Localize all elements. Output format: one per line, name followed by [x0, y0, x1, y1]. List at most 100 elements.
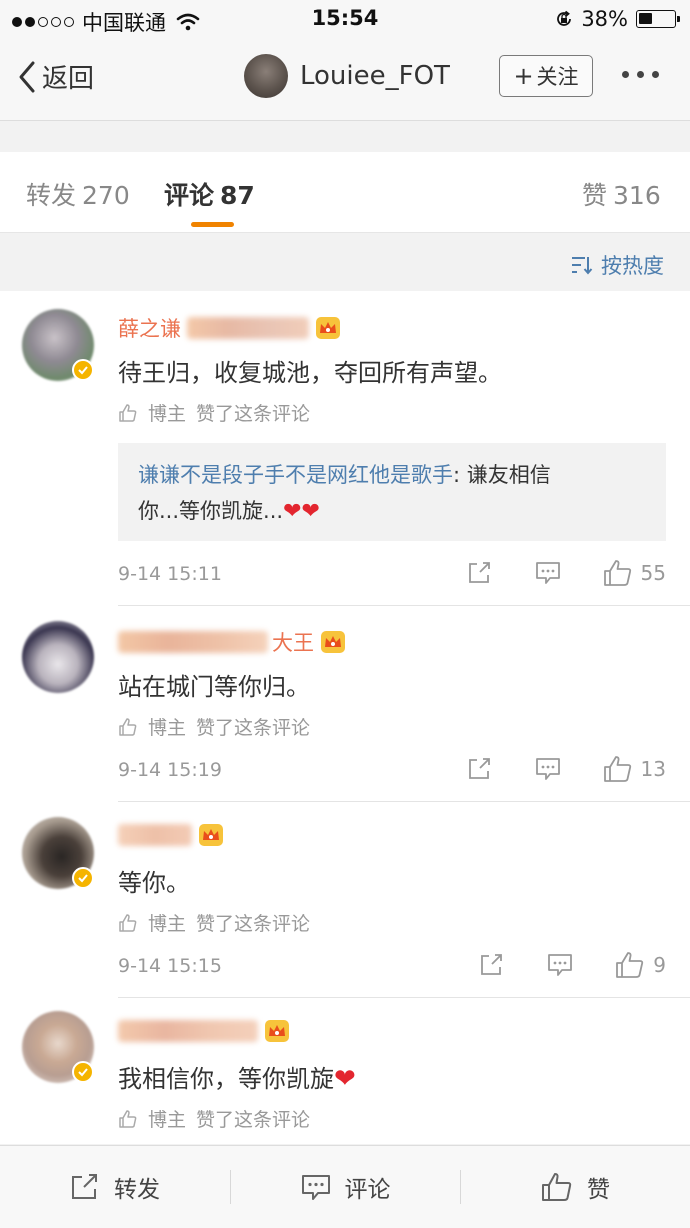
comment-item: 等你。 博主 赞了这条评论 9-14 15:15 9	[0, 801, 690, 997]
avatar[interactable]	[244, 54, 288, 98]
comment-text: 站在城门等你归。	[118, 673, 310, 701]
comment-actions: 13	[467, 755, 666, 783]
share-icon	[72, 1174, 97, 1199]
tab-label: 赞	[582, 181, 608, 210]
comment-text: 我相信你，等你凯旋❤	[118, 1064, 356, 1094]
reply-line-2: 你...等你凯旋...❤❤	[138, 499, 320, 524]
thumbs-up-icon	[542, 1173, 572, 1201]
reply-button[interactable]	[547, 953, 573, 977]
tab-bar: 转发 270 评论 87 赞 316	[0, 152, 690, 233]
sort-icon	[572, 257, 593, 275]
back-button[interactable]: 返回	[18, 58, 94, 95]
more-dots-icon[interactable]	[622, 71, 659, 78]
comment-item: 我相信你，等你凯旋❤ 博主 赞了这条评论	[0, 997, 690, 1144]
author-liked-row: 博主 赞了这条评论	[118, 399, 310, 426]
like-button[interactable]: 13	[603, 755, 666, 783]
like-button[interactable]: 9	[615, 951, 666, 979]
thumbs-up-icon	[616, 952, 644, 978]
battery-fill	[639, 13, 652, 24]
tab-label: 评论	[164, 181, 215, 210]
rotation-lock-icon	[557, 10, 572, 26]
username-blurred	[118, 631, 268, 653]
share-button[interactable]	[467, 561, 493, 585]
plus-icon: +	[513, 62, 534, 90]
crown-icon	[321, 631, 345, 653]
comment-button[interactable]: 评论	[231, 1146, 460, 1228]
like-count: 55	[640, 561, 666, 585]
comment-username[interactable]: 大王	[118, 627, 346, 657]
battery-percent: 38%	[581, 7, 628, 31]
crown-icon	[316, 317, 340, 339]
verified-badge-icon	[72, 359, 94, 381]
username-blurred	[118, 824, 192, 846]
share-icon	[468, 562, 490, 583]
reply-button[interactable]	[535, 757, 561, 781]
comment-icon	[548, 954, 573, 976]
comment-timestamp: 9-14 15:19	[118, 759, 222, 781]
profile-name[interactable]: Louiee_FOT	[300, 61, 450, 91]
bottom-toolbar: 转发 评论 赞	[0, 1145, 690, 1228]
thumbs-up-icon	[603, 756, 631, 782]
share-icon	[468, 758, 490, 779]
comment-timestamp: 9-14 15:11	[118, 563, 222, 585]
reply-username[interactable]: 谦谦不是段子手不是网红他是歌手	[138, 463, 453, 487]
verified-badge-icon	[72, 867, 94, 889]
share-icon	[481, 954, 503, 975]
comment-list: 薛之谦 待王归，收复城池，夺回所有声望。 博主 赞了这条评论 谦谦不是段子手不是…	[0, 291, 690, 1144]
follow-button[interactable]: + 关注	[499, 55, 593, 97]
active-tab-indicator	[191, 222, 234, 227]
comment-timestamp: 9-14 15:15	[118, 955, 222, 977]
thumbs-up-icon	[119, 913, 137, 932]
verified-badge-icon	[72, 1061, 94, 1083]
repost-label: 转发	[114, 1177, 160, 1203]
thumbs-up-icon	[119, 717, 137, 736]
username-blurred	[118, 1020, 258, 1042]
tab-likes[interactable]: 赞 316	[582, 176, 661, 212]
crown-icon	[265, 1020, 289, 1042]
status-right: 38%	[555, 7, 680, 31]
back-label: 返回	[42, 64, 95, 94]
chevron-left-icon	[19, 61, 35, 92]
heart-icon: ❤	[283, 499, 302, 524]
reply-preview[interactable]: 谦谦不是段子手不是网红他是歌手: 谦友相信 你...等你凯旋...❤❤	[118, 443, 666, 541]
comment-icon	[301, 1175, 330, 1200]
like-label: 赞	[587, 1177, 610, 1203]
like-count: 9	[653, 953, 666, 977]
comment-item: 大王 站在城门等你归。 博主 赞了这条评论 9-14 15:19 13	[0, 605, 690, 801]
comment-label: 评论	[344, 1177, 391, 1203]
heart-icon: ❤	[301, 499, 320, 524]
profile-header[interactable]: Louiee_FOT	[244, 54, 450, 98]
comment-icon	[535, 562, 560, 584]
nav-bar: 返回 Louiee_FOT + 关注	[0, 38, 690, 121]
reply-line-1: 谦谦不是段子手不是网红他是歌手: 谦友相信	[138, 463, 551, 487]
tab-comments[interactable]: 评论 87	[164, 176, 255, 212]
avatar[interactable]	[22, 621, 94, 693]
tab-count: 87	[220, 181, 255, 210]
sort-row: 按热度	[0, 233, 690, 291]
comment-actions: 55	[467, 559, 666, 587]
thumbs-up-icon	[119, 1109, 137, 1128]
follow-label: 关注	[536, 65, 579, 89]
sort-button[interactable]: 按热度	[571, 250, 664, 280]
like-post-button[interactable]: 赞	[461, 1146, 690, 1228]
comment-username[interactable]: 薛之谦	[118, 313, 341, 343]
comment-icon	[535, 758, 560, 780]
comment-text: 等你。	[118, 869, 190, 897]
tab-label: 转发	[26, 181, 77, 210]
reply-button[interactable]	[535, 561, 561, 585]
comment-username[interactable]	[118, 1019, 290, 1043]
thumbs-up-icon	[603, 560, 631, 586]
comment-username[interactable]	[118, 823, 224, 847]
author-liked-row: 博主 赞了这条评论	[118, 909, 310, 936]
crown-icon	[199, 824, 223, 846]
status-bar: 中国联通 15:54 38%	[0, 0, 690, 38]
tab-repost[interactable]: 转发 270	[26, 176, 130, 212]
share-button[interactable]	[479, 953, 505, 977]
like-button[interactable]: 55	[603, 559, 666, 587]
repost-button[interactable]: 转发	[0, 1146, 230, 1228]
tab-count: 270	[82, 181, 130, 210]
author-liked-row: 博主 赞了这条评论	[118, 713, 310, 740]
sort-label: 按热度	[601, 254, 664, 278]
share-button[interactable]	[467, 757, 493, 781]
tab-count: 316	[613, 181, 661, 210]
